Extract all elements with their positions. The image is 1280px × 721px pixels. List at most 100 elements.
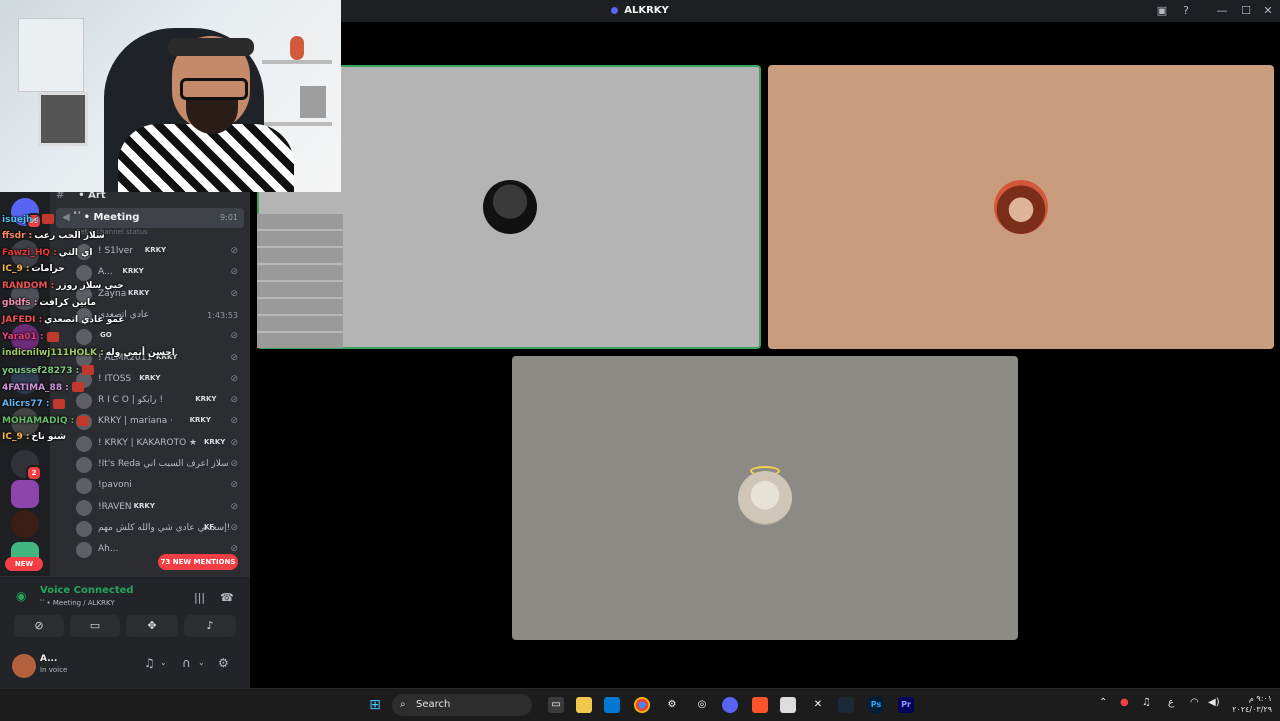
- file-explorer-icon[interactable]: [576, 697, 592, 713]
- deafened-icon: ⊘: [230, 544, 238, 555]
- signal-icon[interactable]: ◉: [16, 589, 26, 603]
- chevron-down-icon[interactable]: ⌄: [160, 658, 167, 667]
- chat-text: احسن أنمي وله: [105, 348, 175, 359]
- person-shirt: [118, 124, 294, 192]
- chat-message: Yara01 :: [2, 331, 60, 348]
- voice-member[interactable]: ! KRKY | KAKAROTO ★ KRKY ⊘: [76, 434, 244, 455]
- avatar: [76, 329, 92, 346]
- channel-name: ٴ ٰ • Meeting: [73, 212, 140, 223]
- deafened-icon: ⊘: [230, 522, 238, 533]
- channel-meeting[interactable]: ◀﻿ٴ ٰ • Meeting 9:01: [56, 208, 244, 228]
- deafened-icon: ⊘: [230, 246, 238, 256]
- chat-username: Alicrs77 :: [2, 399, 50, 410]
- windows-start-icon[interactable]: ⊞: [367, 697, 383, 713]
- chat-username: ffsdr :: [2, 230, 33, 241]
- voice-member[interactable]: إسعدني عادي شي والله كلش مهم! KF ⊘: [76, 519, 244, 540]
- deafened-icon: ⊘: [230, 352, 238, 363]
- chat-username: youssef28273 :: [2, 365, 80, 376]
- deafened-icon: ⊘: [230, 501, 238, 512]
- chat-text: شنو ناخ: [31, 432, 66, 443]
- member-tag: KRKY: [189, 416, 211, 425]
- deafened-icon: ⊘: [230, 416, 238, 427]
- participant-avatar: [738, 471, 792, 525]
- chrome-icon[interactable]: [634, 697, 650, 713]
- member-tag: KRKY: [139, 373, 161, 382]
- channel-timer: 9:01: [220, 213, 238, 222]
- settings-icon[interactable]: ⚙: [664, 697, 680, 713]
- avatar[interactable]: [12, 654, 36, 678]
- chat-text: حرامات: [31, 264, 65, 275]
- member-name: ! KRKY | KAKAROTO ★: [98, 437, 198, 448]
- voice-member[interactable]: !It's Reda سلاز اعرف السبب اني ⊘: [76, 455, 244, 476]
- award-plaque: [38, 92, 88, 146]
- chat-username: RANDOM :: [2, 281, 55, 292]
- deafened-icon: ⊘: [230, 267, 238, 278]
- steam-helper-icon[interactable]: ◎: [694, 697, 710, 713]
- decor-box: [300, 86, 326, 118]
- system-clock[interactable]: ٩:٠١ م ٢٠٢٤/٠٣/٢٩: [1232, 693, 1272, 715]
- gear-icon[interactable]: ⚙: [218, 656, 229, 670]
- language-icon[interactable]: ع: [1168, 697, 1174, 708]
- member-name: !pavoni: [98, 480, 132, 491]
- chat-message: Alicrs77 :: [2, 398, 66, 415]
- steam-icon[interactable]: [838, 697, 854, 713]
- chevron-up-icon[interactable]: ⌃: [1099, 697, 1107, 708]
- soundboard-button[interactable]: ♪: [184, 615, 236, 637]
- member-name: !It's Reda سلاز اعرف السبب اني: [98, 459, 229, 469]
- photoshop-icon[interactable]: Ps: [868, 697, 884, 713]
- volume-icon[interactable]: ◀): [1208, 697, 1220, 708]
- avatar: [76, 520, 92, 537]
- server-icon[interactable]: [11, 510, 39, 538]
- channel-art[interactable]: #﻿ٴ ٰ • Art: [56, 192, 106, 206]
- store-icon[interactable]: [604, 697, 620, 713]
- avatar: [76, 435, 92, 452]
- maximize-button[interactable]: ☐: [1234, 0, 1258, 22]
- voice-channel-link[interactable]: ٴ ٰ • Meeting / ALKRKY: [40, 599, 115, 607]
- premiere-icon[interactable]: Pr: [898, 697, 914, 713]
- shelf: [262, 60, 332, 64]
- discord-icon[interactable]: [722, 697, 738, 713]
- chevron-down-icon[interactable]: ⌄: [198, 658, 205, 667]
- channel-name: ٴ ٰ • Art: [68, 192, 106, 201]
- voice-member[interactable]: !pavoni ⊘: [76, 476, 244, 497]
- member-name: ! ITOSS: [98, 373, 132, 384]
- capcut-icon[interactable]: ✕: [810, 697, 826, 713]
- server-icon[interactable]: [11, 480, 39, 508]
- activities-button[interactable]: ✥: [126, 615, 178, 637]
- tray-app-icon[interactable]: ●: [1120, 697, 1129, 708]
- headphones-icon[interactable]: ∩: [182, 656, 191, 670]
- taskbar-search[interactable]: ⌕ Search: [392, 694, 532, 716]
- microphone-icon[interactable]: ♫: [144, 656, 155, 670]
- new-mentions-pill[interactable]: 73 NEW MENTIONS: [158, 554, 238, 570]
- voice-member[interactable]: ! ITOSS KRKY ⊘: [76, 370, 244, 391]
- participant-tile[interactable]: [768, 65, 1274, 349]
- chat-emote-icon: [77, 415, 90, 426]
- chat-message: isuejh :: [2, 214, 55, 230]
- headband: [168, 38, 254, 56]
- participant-tile[interactable]: [512, 356, 1018, 640]
- task-view-icon[interactable]: ▭: [548, 697, 564, 713]
- close-button[interactable]: ✕: [1256, 0, 1280, 22]
- microphone-icon[interactable]: ♫: [1142, 697, 1151, 708]
- screen-share-button[interactable]: ▭: [70, 615, 120, 637]
- brave-icon[interactable]: [752, 697, 768, 713]
- disconnect-icon[interactable]: ☎: [220, 591, 234, 604]
- voice-member[interactable]: KRKY | mariana · KRKY ⊘: [76, 412, 244, 433]
- minimize-button[interactable]: —: [1210, 0, 1234, 22]
- deafened-icon: ⊘: [230, 437, 238, 448]
- noise-suppression-icon[interactable]: |||: [194, 591, 205, 604]
- help-icon[interactable]: ?: [1174, 0, 1198, 22]
- chat-message: MOHAMADIQ :: [2, 415, 90, 432]
- inbox-icon[interactable]: ▣: [1150, 0, 1174, 22]
- wifi-icon[interactable]: ◠: [1190, 697, 1199, 708]
- member-tag: KRKY: [133, 501, 155, 510]
- voice-member[interactable]: R I C O | رايكو ! KRKY ⊘: [76, 391, 244, 412]
- new-unreads-pill[interactable]: NEW: [5, 557, 43, 571]
- camera-off-button[interactable]: ⊘: [14, 615, 64, 637]
- voice-member[interactable]: !RAVEN KRKY ⊘: [76, 498, 244, 519]
- deafened-icon: ⊘: [230, 395, 238, 406]
- award-plaque: [18, 18, 84, 92]
- server-icon[interactable]: 2: [11, 450, 42, 481]
- notepad-icon[interactable]: [780, 697, 796, 713]
- chat-message: indicnilwj111HOLK : احسن أنمي وله: [2, 348, 175, 364]
